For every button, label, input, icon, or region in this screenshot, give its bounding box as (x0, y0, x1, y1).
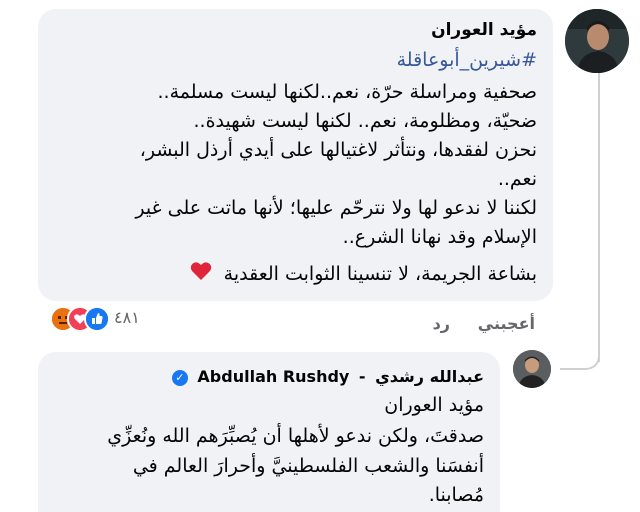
thread-connector (560, 340, 600, 370)
comment-line-5: لكننا لا ندعو لها ولا نترحّم عليها؛ لأنه… (135, 197, 537, 219)
reply-line-3: مُصابنا. (428, 484, 484, 506)
avatar[interactable] (565, 9, 629, 73)
reply-author-separator: - (358, 367, 366, 386)
comment-line-7: بشاعة الجريمة، لا تنسينا الثوابت العقدية (190, 261, 537, 288)
reply-author-latin: Abdullah Rushdy (197, 367, 350, 386)
reply-mention[interactable]: مؤيد العوران (384, 392, 484, 418)
user-photo-icon (565, 9, 629, 73)
comment-line-2: ضحيّة، ومظلومة، نعم.. لكنها ليست شهيدة.. (193, 110, 537, 132)
comment-line-6: الإسلام وقد نهانا الشرع.. (342, 226, 537, 248)
reply-author[interactable]: عبدالله رشدي - Abdullah Rushdy ✓ (168, 366, 484, 388)
like-icon (84, 306, 110, 332)
thread-line (598, 62, 600, 362)
reply-author-arabic: عبدالله رشدي (375, 367, 484, 386)
comment-line-1: صحفية ومراسلة حرّة، نعم..لكنها ليست مسلم… (157, 81, 538, 103)
like-action-button[interactable]: أعجبني (478, 314, 535, 333)
comment-author[interactable]: مؤيد العوران (431, 19, 537, 41)
comment-bubble: مؤيد العوران #شيرين_أبوعاقلة صحفية ومراس… (38, 9, 553, 301)
comment-line-3: نحزن لفقدها، ونتأثر لاغتيالها على أيدي أ… (139, 139, 537, 161)
reply-bubble: عبدالله رشدي - Abdullah Rushdy ✓ مؤيد ال… (38, 352, 500, 512)
reaction-count[interactable]: ٤٨١ (114, 308, 140, 327)
hashtag-link[interactable]: #شيرين_أبوعاقلة (397, 47, 537, 73)
heart-emoji-icon (190, 261, 212, 288)
reply-line-1: صدقتَ، ولكن ندعو لأهلها أن يُصبِّرَهم ال… (107, 425, 484, 447)
reply-avatar[interactable] (513, 350, 551, 388)
comment-line-4: نعم.. (497, 168, 537, 190)
user-photo-icon (513, 350, 551, 388)
comment-line-7-text: بشاعة الجريمة، لا تنسينا الثوابت العقدية (223, 263, 537, 285)
reply-action-button[interactable]: رد (433, 314, 450, 333)
verified-badge-icon: ✓ (171, 369, 188, 386)
reply-line-2: أنفسَنا والشعب الفلسطينيَّ وأحرارَ العال… (132, 455, 484, 477)
